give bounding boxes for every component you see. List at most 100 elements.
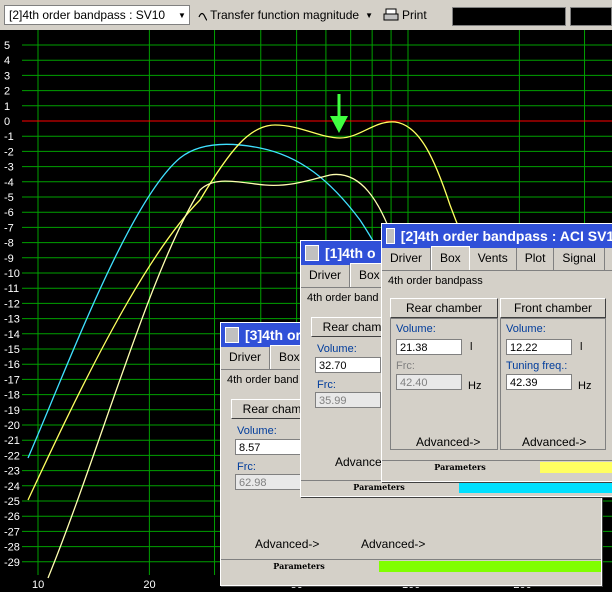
tab-box[interactable]: Box: [431, 246, 470, 270]
window-icon: [225, 327, 239, 343]
y-tick-label: -1: [4, 131, 14, 143]
frc-label: Frc:: [237, 461, 256, 473]
y-tick-label: -9: [4, 253, 14, 265]
printer-icon: [383, 8, 399, 21]
window-title-text: [1]4th o: [325, 245, 376, 261]
tab-driver[interactable]: Driver: [382, 248, 431, 270]
rear-volume-label: Volume:: [396, 323, 436, 335]
frc-field: 62.98: [235, 474, 301, 490]
tuning-field[interactable]: 42.39: [506, 374, 572, 390]
tab-vents[interactable]: Vents: [470, 248, 517, 270]
y-tick-label: -26: [4, 511, 20, 523]
print-label: Print: [402, 8, 427, 22]
status-readout: [452, 7, 566, 26]
advanced-button-rear[interactable]: Advanced->: [416, 435, 480, 449]
y-tick-label: -5: [4, 192, 14, 204]
window-title-text: [2]4th order bandpass : ACI SV10: [400, 228, 612, 244]
window-title-text: [3]4th or: [245, 327, 301, 343]
tab-driver[interactable]: Driver: [221, 347, 270, 369]
front-volume-field[interactable]: 12.22: [506, 339, 572, 355]
frc-label: Frc:: [317, 379, 336, 391]
volume-field[interactable]: 32.70: [315, 357, 381, 373]
parameters-label: Parameters: [353, 482, 405, 492]
y-tick-label: -17: [4, 374, 20, 386]
y-tick-label: -19: [4, 405, 20, 417]
y-tick-label: -23: [4, 466, 20, 478]
y-tick-label: 5: [4, 40, 10, 52]
y-tick-label: -24: [4, 481, 20, 493]
frc-label: Frc:: [396, 360, 415, 372]
toolbar: [2]4th order bandpass : SV10 ▼ Transfer …: [0, 0, 612, 31]
curve-color-swatch[interactable]: [379, 561, 601, 572]
advanced-button[interactable]: Advanced->: [255, 537, 319, 551]
y-tick-label: -14: [4, 329, 20, 341]
advanced-button[interactable]: Advance: [335, 455, 382, 469]
print-button[interactable]: Print: [383, 5, 427, 25]
y-tick-label: -20: [4, 420, 20, 432]
y-tick-label: -18: [4, 390, 20, 402]
arrow-icon: [330, 94, 348, 133]
volume-label: Volume:: [317, 343, 357, 355]
chevron-down-icon[interactable]: ▼: [175, 6, 189, 24]
y-tick-label: 3: [4, 70, 10, 82]
advanced-button-2[interactable]: Advanced->: [361, 537, 425, 551]
view-select-value: Transfer function magnitude: [210, 8, 360, 22]
tab-bar: Driver Box Vents Plot Signal: [382, 246, 612, 271]
status-readout-2: [570, 7, 612, 26]
y-tick-label: -21: [4, 435, 20, 447]
y-tick-label: -11: [4, 283, 19, 295]
parameters-label: Parameters: [434, 462, 486, 472]
y-tick-label: -2: [4, 146, 14, 158]
frc-unit: Hz: [468, 380, 482, 392]
curve-color-swatch[interactable]: [459, 482, 612, 493]
waveform-icon: [198, 12, 208, 21]
tuning-unit: Hz: [578, 380, 592, 392]
volume-label: Volume:: [237, 425, 277, 437]
curve-color-swatch[interactable]: [540, 462, 612, 473]
window-box2-title[interactable]: [2]4th order bandpass : ACI SV10: [382, 224, 612, 248]
rear-volume-unit: l: [470, 341, 473, 353]
parameters-bar[interactable]: Parameters: [301, 480, 612, 495]
y-tick-label: -4: [4, 177, 14, 189]
chevron-down-icon[interactable]: ▼: [365, 6, 373, 24]
frc-field: 35.99: [315, 392, 381, 408]
y-tick-label: -12: [4, 298, 20, 310]
front-volume-label: Volume:: [506, 323, 546, 335]
x-tick-label: 20: [143, 579, 155, 591]
box-type-label: 4th order bandpass: [388, 275, 483, 287]
front-volume-unit: l: [580, 341, 583, 353]
y-tick-label: -27: [4, 526, 20, 538]
tab-driver[interactable]: Driver: [301, 265, 350, 287]
x-tick-label: 10: [32, 579, 44, 591]
y-tick-label: -29: [4, 557, 20, 569]
y-axis-labels: 5 4 3 2 1 0 -1 -2 -3 -4 -5 -6 -7 -8 -9 -10 -11 -12 -13 -14 -…: [4, 40, 20, 569]
y-tick-label: -16: [4, 359, 20, 371]
tab-plot[interactable]: Plot: [517, 248, 555, 270]
y-tick-label: -8: [4, 238, 14, 250]
front-chamber-button[interactable]: Front chamber: [500, 298, 606, 318]
window-box2[interactable]: [2]4th order bandpass : ACI SV10 Driver …: [381, 223, 612, 482]
y-tick-label: -10: [4, 268, 20, 280]
tab-signal[interactable]: Signal: [554, 248, 605, 270]
window-icon: [386, 228, 395, 244]
y-tick-label: 2: [4, 86, 10, 98]
y-tick-label: 4: [4, 55, 10, 67]
project-select-value: [2]4th order bandpass : SV10: [9, 8, 166, 22]
frc-field: 42.40: [396, 374, 462, 390]
parameters-bar[interactable]: Parameters: [221, 559, 601, 574]
y-tick-label: -6: [4, 207, 14, 219]
advanced-button-front[interactable]: Advanced->: [522, 435, 586, 449]
volume-field[interactable]: 8.57: [235, 439, 301, 455]
y-tick-label: 0: [4, 116, 10, 128]
rear-volume-field[interactable]: 21.38: [396, 339, 462, 355]
y-tick-label: -13: [4, 314, 20, 326]
y-tick-label: -3: [4, 162, 14, 174]
parameters-bar[interactable]: Parameters: [382, 460, 612, 475]
window-icon: [305, 245, 319, 261]
view-select[interactable]: Transfer function magnitude ▼: [198, 5, 373, 25]
tuning-label: Tuning freq.:: [506, 360, 568, 372]
rear-chamber-button[interactable]: Rear chamber: [390, 298, 498, 318]
y-tick-label: 1: [4, 101, 10, 113]
project-select[interactable]: [2]4th order bandpass : SV10 ▼: [4, 5, 190, 25]
parameters-label: Parameters: [273, 561, 325, 571]
